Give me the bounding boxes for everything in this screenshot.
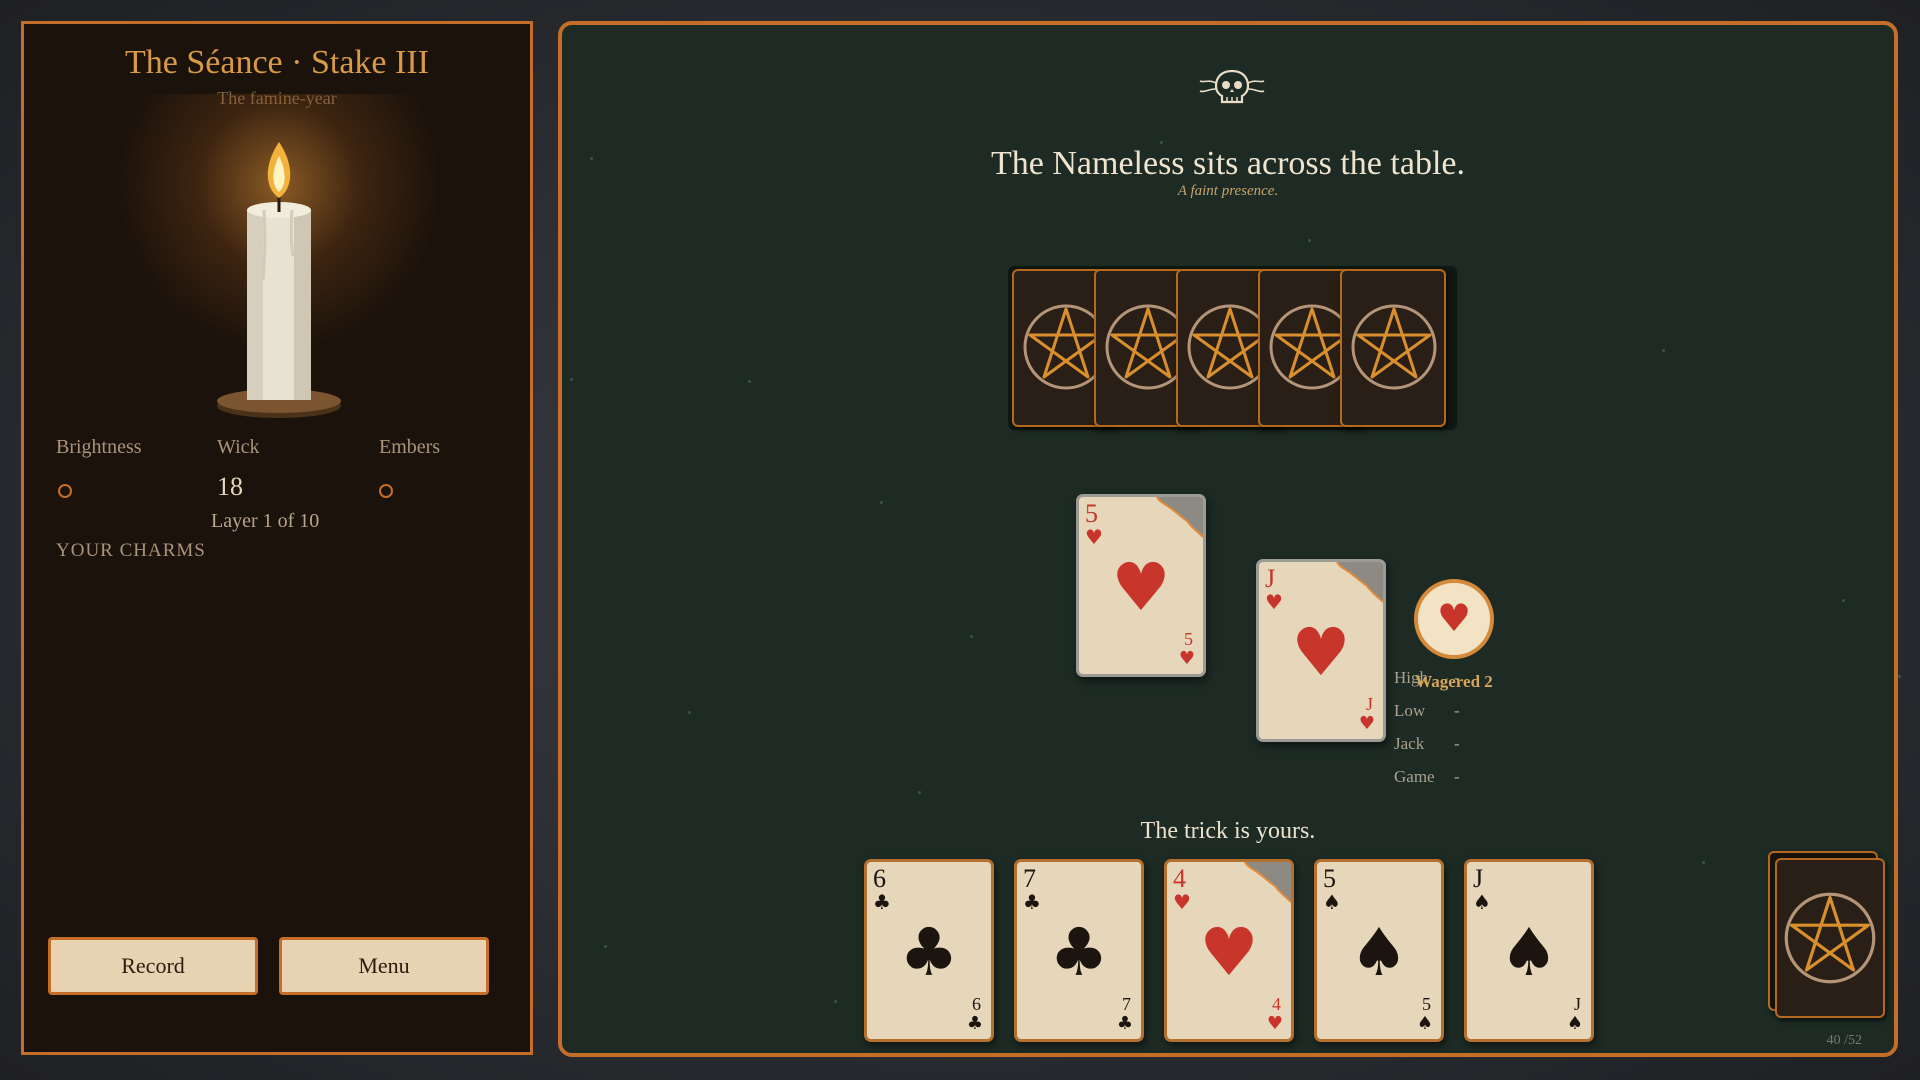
card-rank-bottom: 5 [1184, 629, 1193, 649]
card-rank: 5 [1323, 864, 1336, 893]
card-rank-bottom: 7 [1122, 994, 1131, 1014]
opponent-hand [1008, 266, 1457, 430]
card-center-suit: ♠ [1499, 914, 1559, 991]
score-value-low: - [1454, 701, 1460, 720]
table-speck [880, 501, 883, 504]
trick-status: The trick is yours. [1140, 818, 1316, 844]
run-info-panel: The Séance · Stake III The famine-year B… [21, 21, 533, 1055]
draw-deck[interactable] [1775, 858, 1885, 1018]
game-table: The Nameless sits across the table. A fa… [558, 21, 1901, 1057]
wick-value: 18 [217, 472, 243, 501]
table-speck [1842, 599, 1845, 602]
burnt-corner-icon [1156, 497, 1203, 538]
table-speck [1662, 349, 1665, 352]
candle-icon [204, 114, 354, 428]
card-suit-bottom: ♥ [1266, 1013, 1283, 1034]
played-card-opponent: 5 ♥ ♥ 5 ♥ [1076, 494, 1206, 677]
card-rank: 5 [1085, 499, 1098, 528]
card-suit-bottom: ♠ [1416, 1013, 1433, 1034]
card-rank-bottom: J [1573, 994, 1581, 1014]
embers-label: Embers [379, 436, 441, 458]
hand-card[interactable]: 7 ♣ ♣ 7 ♣ [1014, 859, 1144, 1042]
card-suit: ♥ [1173, 890, 1191, 914]
wager-label: Wagered 2 [1415, 672, 1493, 691]
score-label-game: Game [1394, 767, 1435, 786]
score-value-game: - [1454, 767, 1460, 786]
card-rank-bottom: J [1365, 694, 1373, 714]
hand-card[interactable]: 5 ♠ ♠ 5 ♠ [1314, 859, 1444, 1042]
burnt-corner-icon [1244, 862, 1291, 903]
table-speck [970, 635, 973, 638]
table-speck [834, 1000, 837, 1003]
card-rank-bottom: 6 [972, 994, 981, 1014]
hand-card[interactable]: J ♠ ♠ J ♠ [1464, 859, 1594, 1042]
card-rank: 6 [873, 864, 886, 893]
record-button[interactable]: Record [48, 937, 258, 995]
card-suit-bottom: ♣ [1116, 1013, 1133, 1034]
card-suit-bottom: ♣ [966, 1013, 983, 1034]
card-center-suit: ♥ [1199, 914, 1259, 991]
card-suit: ♠ [1473, 890, 1491, 914]
hand-card[interactable]: 6 ♣ ♣ 6 ♣ [864, 859, 994, 1042]
table-speck [604, 945, 607, 948]
table-speck [1308, 239, 1311, 242]
deck-count: 40 /52 [1826, 1033, 1862, 1048]
brightness-indicator [58, 484, 72, 498]
table-speck [1898, 675, 1901, 678]
menu-button[interactable]: Menu [279, 937, 489, 995]
opponent-title: The Nameless sits across the table. [991, 145, 1465, 182]
table-speck [748, 380, 751, 383]
table-speck [688, 711, 691, 714]
card-rank: 4 [1173, 864, 1186, 893]
card-rank-bottom: 5 [1422, 994, 1431, 1014]
card-suit-bottom: ♥ [1358, 713, 1375, 734]
table-speck [1160, 141, 1163, 144]
burnt-corner-icon [1336, 562, 1383, 603]
table-speck [1702, 861, 1705, 864]
skull-icon [1198, 65, 1266, 113]
card-center-suit: ♠ [1349, 914, 1409, 991]
card-suit-bottom: ♥ [1178, 648, 1195, 669]
card-suit: ♣ [873, 890, 891, 914]
wager-chip: ♥ [1414, 579, 1494, 659]
score-label-jack: Jack [1394, 734, 1425, 753]
hand-card[interactable]: 4 ♥ ♥ 4 ♥ [1164, 859, 1294, 1042]
opponent-card-back [1340, 269, 1446, 427]
card-suit-bottom: ♠ [1566, 1013, 1583, 1034]
embers-indicator [379, 484, 393, 498]
table-speck [918, 791, 921, 794]
score-value-jack: - [1454, 734, 1460, 753]
opponent-subtitle: A faint presence. [1177, 183, 1279, 199]
charms-heading: YOUR CHARMS [56, 540, 206, 561]
brightness-label: Brightness [56, 436, 142, 458]
card-center-suit: ♥ [1291, 614, 1351, 691]
run-title: The Séance · Stake III [125, 44, 429, 81]
card-suit: ♠ [1323, 890, 1341, 914]
card-center-suit: ♣ [1049, 914, 1109, 991]
card-suit: ♥ [1085, 525, 1103, 549]
card-rank-bottom: 4 [1272, 994, 1281, 1014]
played-card-player: J ♥ ♥ J ♥ [1256, 559, 1386, 742]
card-center-suit: ♥ [1111, 549, 1171, 626]
card-center-suit: ♣ [899, 914, 959, 991]
card-rank: J [1473, 864, 1484, 893]
card-rank: 7 [1023, 864, 1036, 893]
card-suit: ♣ [1023, 890, 1041, 914]
pentagram-icon [1784, 892, 1876, 984]
card-suit: ♥ [1265, 590, 1283, 614]
layer-indicator: Layer 1 of 10 [211, 510, 320, 532]
wick-label: Wick [217, 436, 260, 458]
table-speck [570, 378, 573, 381]
score-label-low: Low [1394, 701, 1426, 720]
card-rank: J [1265, 564, 1276, 593]
